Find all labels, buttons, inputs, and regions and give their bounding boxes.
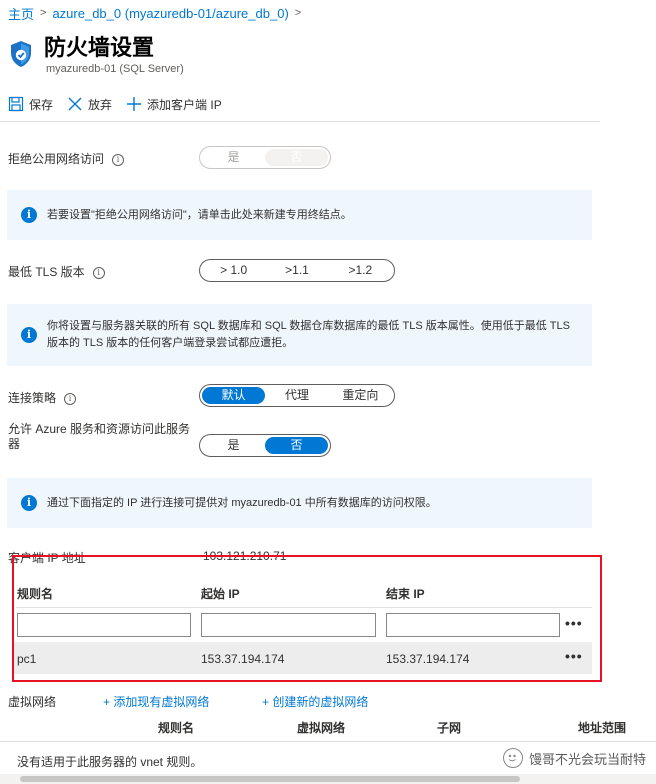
page-title: 防火墙设置	[44, 35, 155, 60]
add-client-ip-label: 添加客户端 IP	[147, 97, 222, 112]
breadcrumb-separator: >	[40, 7, 47, 19]
start-ip-cell: 153.37.194.174	[201, 652, 285, 666]
discard-button[interactable]: 放弃	[67, 96, 112, 113]
deny-public-label: 拒绝公用网络访问 i	[8, 150, 125, 167]
allow-azure-no[interactable]: 否	[265, 437, 328, 454]
watermark-text: 馒哥不光会玩当耐特	[528, 751, 646, 767]
allow-azure-yes[interactable]: 是	[202, 437, 265, 454]
allow-azure-toggle[interactable]: 是 否	[199, 434, 331, 457]
info-icon: i	[21, 495, 37, 511]
deny-public-no[interactable]: 否	[265, 149, 328, 166]
deny-public-info-box[interactable]: i 若要设置"拒绝公用网络访问"，请单击此处来新建专用终结点。	[7, 190, 592, 240]
vnet-column-rule-name: 规则名	[158, 721, 195, 735]
watermark: 馒哥不光会玩当耐特	[500, 748, 648, 768]
close-icon	[68, 97, 82, 111]
connection-policy-label-text: 连接策略	[8, 391, 57, 405]
ip-info-text: 通过下面指定的 IP 进行连接可提供对 myazuredb-01 中所有数据库的…	[47, 496, 437, 509]
shield-icon	[9, 40, 33, 68]
rule-name-input[interactable]	[17, 613, 191, 637]
connection-policy-label: 连接策略 i	[8, 389, 77, 406]
discard-label: 放弃	[88, 97, 113, 112]
plus-icon	[127, 97, 142, 111]
tls-option-1-1[interactable]: >1.1	[265, 262, 328, 279]
vnet-empty-message: 没有适用于此服务器的 vnet 规则。	[17, 755, 203, 769]
vnet-column-subnet: 子网	[437, 721, 462, 735]
table-header-divider	[16, 607, 592, 608]
info-icon[interactable]: i	[92, 266, 105, 279]
save-icon	[8, 96, 24, 112]
connection-policy-proxy[interactable]: 代理	[265, 387, 328, 404]
end-ip-input[interactable]	[386, 613, 560, 637]
page-subtitle: myazuredb-01 (SQL Server)	[46, 63, 184, 75]
breadcrumb-home[interactable]: 主页	[8, 4, 34, 23]
deny-public-toggle[interactable]: 是 否	[199, 146, 331, 169]
breadcrumb-database[interactable]: azure_db_0 (myazuredb-01/azure_db_0)	[52, 6, 288, 21]
deny-public-info-text: 若要设置"拒绝公用网络访问"，请单击此处来新建专用终结点。	[47, 208, 352, 221]
column-header-end-ip: 结束 IP	[386, 587, 425, 601]
connection-policy-toggle[interactable]: 默认 代理 重定向	[199, 384, 395, 407]
create-new-vnet-link[interactable]: + 创建新的虚拟网络	[262, 693, 368, 710]
info-icon: i	[21, 327, 37, 343]
info-icon[interactable]: i	[64, 392, 77, 405]
tls-version-toggle[interactable]: > 1.0 >1.1 >1.2	[199, 259, 395, 282]
tls-option-1-0[interactable]: > 1.0	[202, 262, 265, 279]
column-header-rule-name: 规则名	[17, 587, 54, 601]
rule-name-cell: pc1	[17, 652, 37, 666]
table-row[interactable]	[14, 642, 592, 674]
breadcrumb-separator: >	[294, 7, 302, 19]
vnet-header-divider	[0, 741, 656, 742]
info-icon[interactable]: i	[112, 153, 125, 166]
more-options-icon[interactable]: •••	[565, 615, 583, 631]
vnet-label: 虚拟网络	[8, 695, 57, 709]
tls-info-box: i 你将设置与服务器关联的所有 SQL 数据库和 SQL 数据仓库数据库的最低 …	[7, 304, 592, 366]
tls-label: 最低 TLS 版本 i	[8, 263, 105, 280]
info-icon: i	[21, 207, 37, 223]
connection-policy-redirect[interactable]: 重定向	[329, 387, 392, 404]
command-bar: 保存 放弃 添加客户端 IP	[8, 92, 236, 116]
ip-info-box: i 通过下面指定的 IP 进行连接可提供对 myazuredb-01 中所有数据…	[7, 478, 592, 528]
tls-option-1-2[interactable]: >1.2	[329, 262, 392, 279]
add-existing-vnet-link[interactable]: + 添加现有虚拟网络	[103, 693, 209, 710]
start-ip-input[interactable]	[201, 613, 376, 637]
tls-info-text: 你将设置与服务器关联的所有 SQL 数据库和 SQL 数据仓库数据库的最低 TL…	[47, 320, 570, 349]
end-ip-cell: 153.37.194.174	[386, 652, 470, 666]
connection-policy-default[interactable]: 默认	[202, 387, 266, 404]
toolbar-divider	[0, 121, 600, 122]
row-more-options-icon[interactable]: •••	[565, 648, 583, 664]
add-client-ip-button[interactable]: 添加客户端 IP	[126, 96, 222, 113]
save-label: 保存	[29, 97, 54, 112]
save-button[interactable]: 保存	[8, 96, 53, 113]
column-header-start-ip: 起始 IP	[201, 587, 240, 601]
wechat-icon	[502, 748, 523, 768]
vnet-column-virtual-network: 虚拟网络	[297, 721, 346, 735]
deny-public-yes[interactable]: 是	[202, 149, 265, 166]
vnet-column-address-range: 地址范围	[578, 721, 627, 735]
breadcrumb: 主页 > azure_db_0 (myazuredb-01/azure_db_0…	[8, 4, 307, 22]
allow-azure-label: 允许 Azure 服务和资源访问此服务器	[8, 422, 191, 451]
scrollbar-thumb[interactable]	[20, 776, 520, 782]
tls-label-text: 最低 TLS 版本	[8, 265, 85, 279]
deny-public-label-text: 拒绝公用网络访问	[8, 152, 105, 166]
